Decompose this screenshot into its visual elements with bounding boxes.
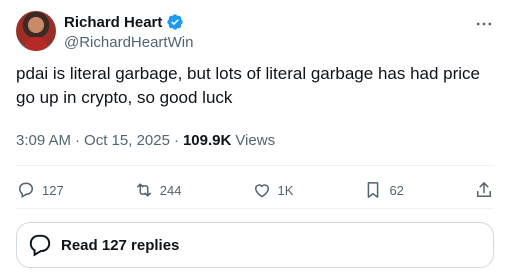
share-icon	[476, 182, 491, 197]
bookmark-icon	[368, 182, 379, 198]
tweet-header: Richard Heart @RichardHeartWin	[16, 10, 496, 54]
heart-icon	[254, 184, 269, 198]
avatar[interactable]	[16, 11, 56, 51]
like-count: 1K	[277, 182, 294, 198]
read-replies-label: Read 127 replies	[61, 236, 180, 254]
tweet-meta: 3:09 AM · Oct 15, 2025 · 109.9K Views	[16, 128, 275, 152]
action-bar: 127 244 1K 62	[16, 176, 494, 204]
name-row: Richard Heart	[64, 12, 193, 32]
reply-count: 127	[42, 182, 64, 198]
tweet-date[interactable]: Oct 15, 2025	[84, 132, 170, 149]
reply-button[interactable]: 127	[16, 180, 64, 200]
tweet-card: Richard Heart @RichardHeartWin pdai is l…	[0, 0, 510, 276]
repost-button[interactable]: 244	[134, 180, 182, 200]
share-button[interactable]	[474, 180, 494, 200]
divider	[16, 208, 494, 209]
tweet-time[interactable]: 3:09 AM	[16, 132, 71, 149]
read-replies-button[interactable]: Read 127 replies	[16, 222, 494, 268]
views-label: Views	[235, 131, 276, 149]
author-handle[interactable]: @RichardHeartWin	[64, 34, 193, 51]
display-name[interactable]: Richard Heart	[64, 14, 162, 31]
tweet-text: pdai is literal garbage, but lots of lit…	[16, 64, 481, 107]
meta-separator: ·	[75, 131, 81, 149]
views-count[interactable]: 109.9K	[183, 132, 231, 149]
repost-count: 244	[159, 182, 182, 198]
bookmark-button[interactable]: 62	[363, 180, 404, 200]
more-options-icon[interactable]	[472, 14, 496, 34]
reply-icon	[29, 234, 51, 257]
verified-badge-icon[interactable]	[166, 13, 184, 31]
like-button[interactable]: 1K	[252, 180, 294, 200]
reply-icon	[18, 182, 34, 198]
author-names: Richard Heart @RichardHeartWin	[64, 12, 193, 52]
meta-separator: ·	[173, 131, 179, 149]
repost-icon	[136, 183, 151, 197]
bookmark-count: 62	[389, 182, 404, 198]
divider	[16, 165, 494, 166]
